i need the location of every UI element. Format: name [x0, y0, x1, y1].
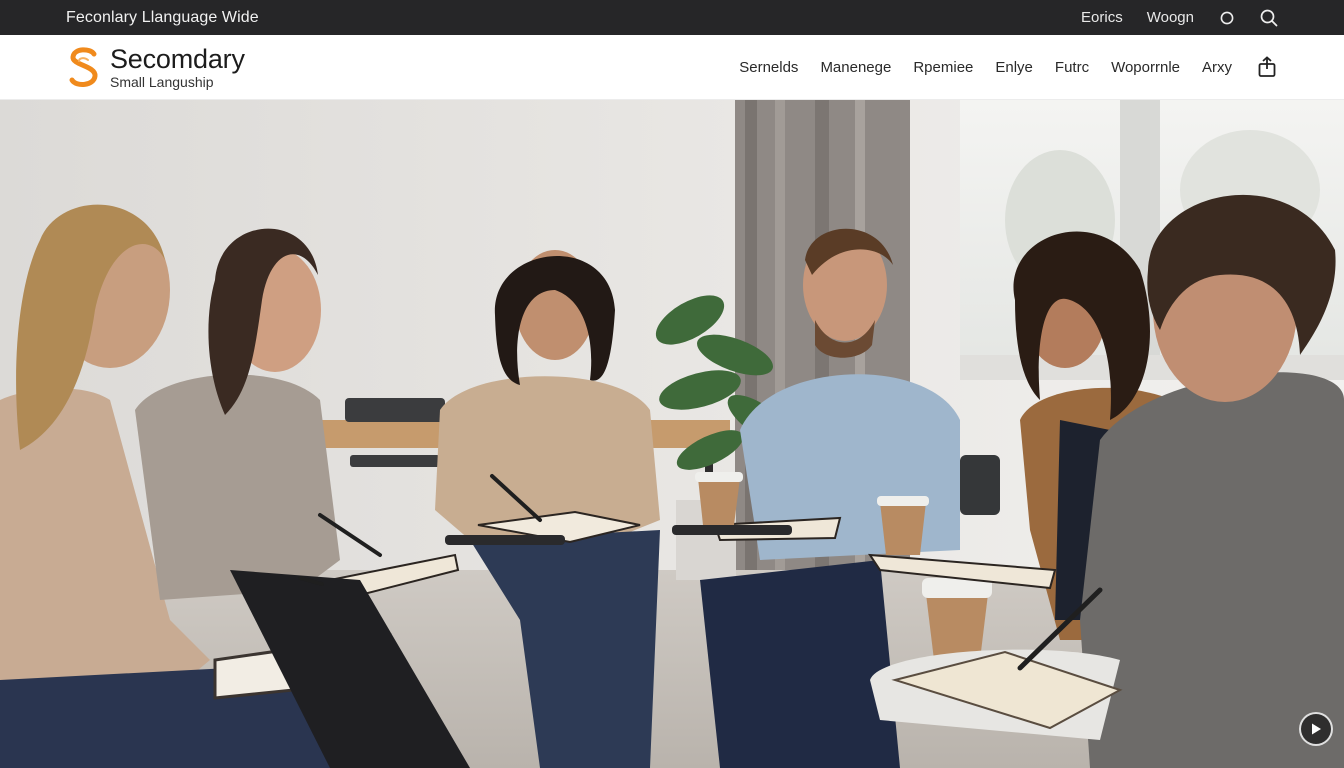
utility-link-2[interactable]: Woogn [1147, 9, 1194, 26]
utility-link-1[interactable]: Eorics [1081, 9, 1123, 26]
top-utility-bar: Feconlary Llanguage Wide Eorics Woogn [0, 0, 1344, 35]
nav-item-3[interactable]: Rpemiee [913, 59, 973, 76]
main-header: Secomdary Small Languship Sernelds Manen… [0, 35, 1344, 100]
nav-item-7[interactable]: Arxy [1202, 59, 1232, 76]
main-nav: Sernelds Manenege Rpemiee Enlye Futrc Wo… [739, 56, 1278, 78]
utility-links: Eorics Woogn [1081, 9, 1278, 27]
nav-item-5[interactable]: Futrc [1055, 59, 1089, 76]
play-button[interactable] [1299, 712, 1333, 746]
circle-icon[interactable] [1218, 9, 1236, 27]
brand-s-icon [69, 47, 98, 87]
hero-photo [0, 100, 1344, 768]
play-icon [1312, 723, 1321, 735]
share-icon[interactable] [1256, 56, 1278, 78]
brand-subtitle: Small Languship [110, 73, 214, 90]
nav-item-4[interactable]: Enlye [995, 59, 1033, 76]
search-icon[interactable] [1260, 9, 1278, 27]
nav-item-1[interactable]: Sernelds [739, 59, 798, 76]
hero-illustration [0, 100, 1344, 768]
nav-item-6[interactable]: Woporrnle [1111, 59, 1180, 76]
brand-title: Secomdary [110, 43, 245, 74]
nav-item-2[interactable]: Manenege [820, 59, 891, 76]
brand-logo-link[interactable]: Secomdary Small Languship [66, 45, 245, 89]
site-name: Feconlary Llanguage Wide [66, 8, 259, 26]
